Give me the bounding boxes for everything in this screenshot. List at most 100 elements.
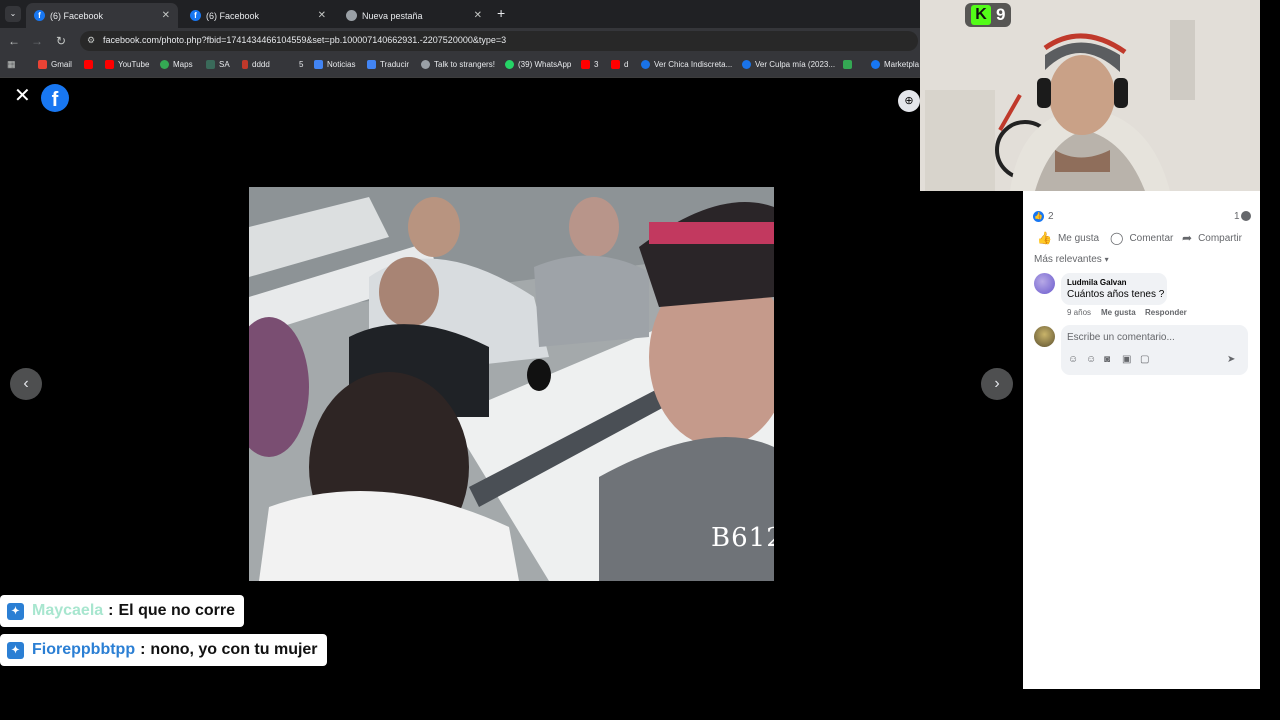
bookmark-traducir[interactable]: Traducir [367,60,409,69]
bookmark-ver-chica-indiscreta[interactable]: Ver Chica Indiscreta... [641,60,732,69]
comment-bubble-icon [1241,211,1251,221]
bookmark-ver-culpa-mia[interactable]: Ver Culpa mía (2023... [742,60,835,69]
facebook-icon [871,60,880,69]
reaction-count[interactable]: 2 [1048,211,1054,222]
kick-badge-icon: ✦ [7,641,24,659]
bookmark-sa[interactable]: SA [206,60,230,69]
chevron-down-icon: ▾ [1104,255,1109,264]
bookmark-app[interactable] [843,60,856,69]
close-tab-icon[interactable]: ✕ [318,10,326,21]
bookmark-youtube-icon-only[interactable] [84,60,97,69]
new-tab-plus-icon[interactable]: + [497,5,505,21]
bookmark-youtube[interactable]: YouTube [105,60,149,69]
bookmark-maps[interactable]: Maps [160,60,193,69]
bookmark-5[interactable]: 5 [299,60,303,69]
bookmark-noticias[interactable]: Noticias [314,60,355,69]
bookmarks-bar: ▦ Gmail YouTube Maps SA dddd 5 Noticias … [0,54,920,78]
bookmark-dddd[interactable]: dddd [242,60,270,69]
bookmark-icon [242,60,248,69]
site-icon [742,60,751,69]
tab-search-button[interactable]: ⌄ [5,6,21,22]
like-button[interactable]: 👍 Me gusta [1037,231,1099,245]
photo-scene [249,187,774,581]
browser-tab-bar: ⌄ f (6) Facebook ✕ f (6) Facebook ✕ Nuev… [0,0,920,28]
chat-separator: : [140,641,146,658]
emoji-icon[interactable]: ☺ [1086,354,1096,365]
zoom-in-icon[interactable]: ⊕ [898,90,920,112]
translate-icon [367,60,376,69]
comment-author[interactable]: Ludmila Galvan [1067,278,1127,287]
tab-label: (6) Facebook [50,10,104,21]
app-icon [843,60,852,69]
apps-grid-icon[interactable]: ▦ [7,60,20,69]
url-text: facebook.com/photo.php?fbid=174143446610… [103,35,507,45]
thumbs-up-icon: 👍 [1037,231,1052,245]
tab-label: Nueva pestaña [362,10,423,21]
like-reaction-icon: 👍 [1033,211,1044,222]
tab-facebook-2[interactable]: f (6) Facebook ✕ [182,3,334,28]
viewer-count: 9 [996,5,1006,24]
close-icon[interactable]: ✕ [14,86,31,106]
kick-logo-icon: K [971,5,991,25]
send-icon[interactable]: ➤ [1227,354,1235,365]
next-photo-icon[interactable]: › [981,368,1013,400]
photo-image: B612 [249,187,774,581]
back-arrow-icon[interactable]: ← [6,33,22,49]
maps-pin-icon [160,60,169,69]
address-bar[interactable]: ⚙ facebook.com/photo.php?fbid=1741434466… [80,31,918,51]
facebook-logo-icon[interactable]: f [41,84,69,112]
close-tab-icon[interactable]: ✕ [474,10,482,21]
bookmark-3[interactable]: 3 [581,60,598,69]
bookmark-d[interactable]: d [611,60,628,69]
previous-photo-icon[interactable]: ‹ [10,368,42,400]
facebook-favicon-icon: f [190,10,201,21]
bookmark-gmail[interactable]: Gmail [38,60,72,69]
sa-icon [206,60,215,69]
avatar-sticker-icon[interactable]: ☺ [1068,354,1078,365]
background-strip [1260,0,1280,720]
share-arrow-icon: ➦ [1182,231,1193,245]
youtube-icon [611,60,620,69]
chat-message: ✦ Maycaela : El que no corre [0,595,244,627]
comment-reply-link[interactable]: Responder [1145,308,1187,317]
reload-icon[interactable]: ↻ [53,33,69,49]
webcam-feed: K 9 [920,0,1260,191]
chrome-favicon-icon [346,10,357,21]
comment-count[interactable]: 1 [1234,211,1240,222]
chat-separator: : [108,602,114,619]
comment-sort-dropdown[interactable]: Más relevantes ▾ [1034,254,1109,265]
comment-age[interactable]: 9 años [1067,308,1091,317]
tab-label: (6) Facebook [206,10,260,21]
forward-arrow-icon[interactable]: → [29,33,45,49]
gif-icon[interactable]: ▣ [1122,354,1131,365]
share-button[interactable]: ➦ Compartir [1182,231,1242,245]
comment-icon: ◯ [1110,231,1124,245]
b612-watermark: B612 [711,523,774,553]
avatar[interactable] [1034,273,1055,294]
post-side-panel: 👍 2 1 👍 Me gusta ◯ Comentar ➦ Compartir Más… [1023,191,1260,689]
chat-text: nono, yo con tu mujer [150,641,318,658]
comment-like-link[interactable]: Me gusta [1101,308,1136,317]
avatar[interactable] [1034,326,1055,347]
chat-text: El que no corre [118,602,235,619]
comment-button[interactable]: ◯ Comentar [1110,231,1173,245]
sticker-icon[interactable]: ▢ [1140,354,1149,365]
tab-facebook-1[interactable]: f (6) Facebook ✕ [26,3,178,28]
chat-username: Maycaela [32,602,104,619]
bookmark-marketplace[interactable]: Marketpla [871,60,919,69]
viewer-count-badge: K 9 [965,3,1012,27]
bookmark-talk-to-strangers[interactable]: Talk to strangers! [421,60,495,69]
site-info-icon[interactable]: ⚙ [87,35,95,46]
kick-badge-icon: ✦ [7,602,24,620]
globe-icon [421,60,430,69]
close-tab-icon[interactable]: ✕ [162,10,170,21]
browser-toolbar: ← → ↻ ⚙ facebook.com/photo.php?fbid=1741… [0,28,920,54]
whatsapp-icon [505,60,514,69]
chat-username: Fioreppbbtpp [32,641,136,658]
site-icon [641,60,650,69]
tab-new-tab[interactable]: Nueva pestaña ✕ [338,3,490,28]
bookmark-whatsapp[interactable]: (39) WhatsApp [505,60,571,69]
news-icon [314,60,323,69]
camera-icon[interactable]: ◙ [1104,354,1110,365]
comment-text: Cuántos años tenes ? [1067,289,1165,300]
